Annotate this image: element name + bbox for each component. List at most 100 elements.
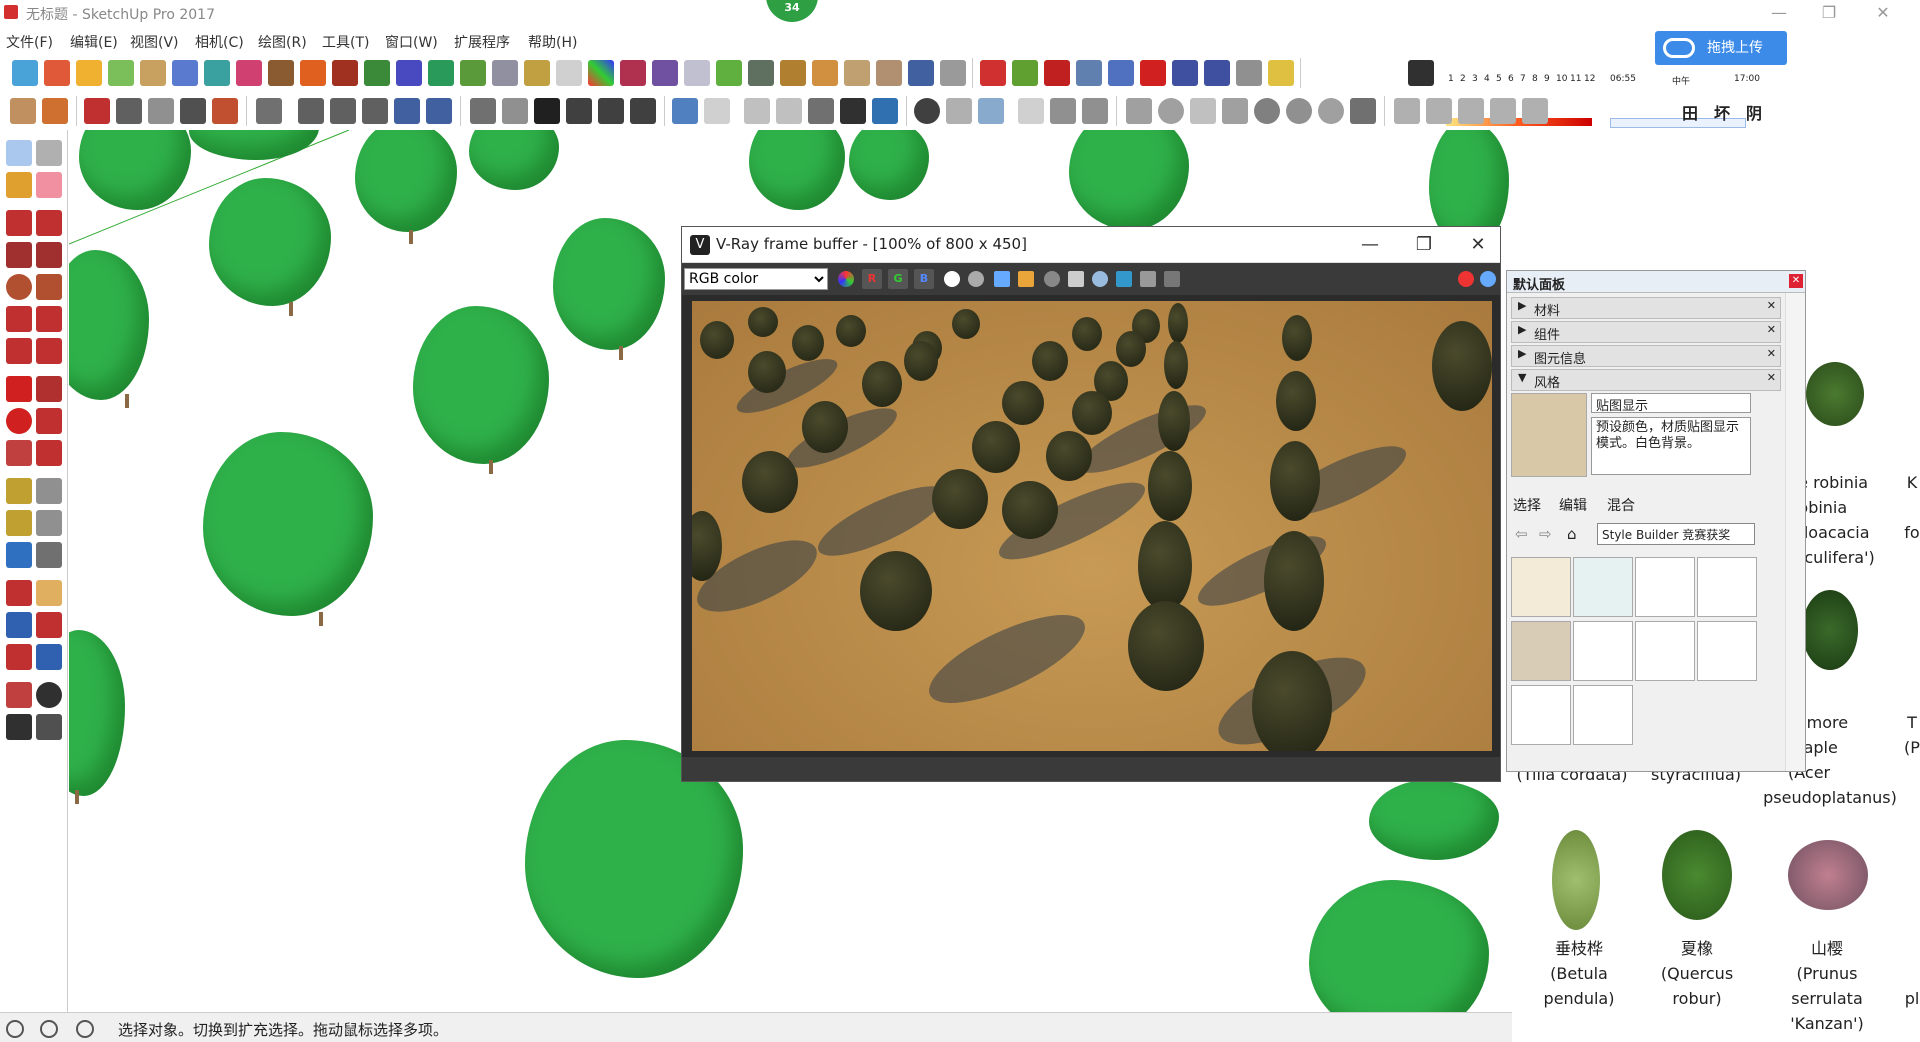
toolbar-icon[interactable] — [42, 98, 68, 124]
text-icon[interactable] — [36, 510, 62, 536]
dimension-icon[interactable] — [36, 478, 62, 504]
tree-thumbnail[interactable] — [1552, 830, 1600, 930]
toolbar-icon[interactable] — [460, 60, 486, 86]
toolbar-icon[interactable] — [204, 60, 230, 86]
section-entity-info[interactable]: ▶ 图元信息 ✕ — [1511, 345, 1781, 367]
toolbar-icon[interactable] — [840, 98, 866, 124]
style-thumbnail[interactable] — [1511, 621, 1571, 681]
red-channel-button[interactable]: R — [862, 269, 882, 289]
toolbar-icon[interactable] — [1082, 98, 1108, 124]
geo-location-icon[interactable] — [6, 1020, 24, 1038]
tree-model[interactable] — [203, 432, 373, 616]
move-icon[interactable] — [6, 376, 32, 402]
tree-thumbnail[interactable] — [1802, 590, 1858, 670]
section-close-icon[interactable]: ✕ — [1767, 323, 1776, 336]
clear-icon[interactable] — [1044, 271, 1060, 287]
history-icon[interactable] — [1164, 271, 1180, 287]
toolbar-icon[interactable] — [744, 98, 770, 124]
menu-extensions[interactable]: 扩展程序 — [454, 32, 510, 52]
toolbar-icon[interactable] — [914, 98, 940, 124]
maximize-button[interactable]: ❐ — [1806, 0, 1852, 26]
toolbar-icon[interactable] — [1236, 60, 1262, 86]
toolbar-icon[interactable] — [1190, 98, 1216, 124]
style-thumbnail[interactable] — [1697, 557, 1757, 617]
toolbar-icon[interactable] — [84, 98, 110, 124]
alpha-white-icon[interactable] — [944, 271, 960, 287]
toolbar-icon[interactable] — [704, 98, 730, 124]
style-description-field[interactable]: 预设颜色，材质贴图显示模式。白色背景。 — [1591, 417, 1751, 475]
toolbar-icon[interactable] — [1140, 60, 1166, 86]
style-thumbnail[interactable] — [1573, 621, 1633, 681]
style-thumbnail[interactable] — [1573, 685, 1633, 745]
offset-icon[interactable] — [36, 440, 62, 466]
pie-icon[interactable] — [36, 338, 62, 364]
component-tool-icon[interactable] — [36, 140, 62, 166]
tape-measure-icon[interactable] — [6, 478, 32, 504]
green-channel-button[interactable]: G — [888, 269, 908, 289]
vray-minimize-button[interactable]: — — [1350, 231, 1390, 259]
paint-bucket-icon[interactable] — [6, 172, 32, 198]
toolbar-icon[interactable] — [1044, 60, 1070, 86]
pan-icon[interactable] — [36, 580, 62, 606]
toolbar-icon[interactable] — [1126, 98, 1152, 124]
rotated-rect-icon[interactable] — [36, 242, 62, 268]
toolbar-icon[interactable] — [556, 60, 582, 86]
toolbar-icon[interactable] — [148, 98, 174, 124]
section-close-icon[interactable]: ✕ — [1767, 347, 1776, 360]
toolbar-icon[interactable] — [236, 60, 262, 86]
toolbar-icon[interactable] — [844, 60, 870, 86]
toolbar-icon[interactable] — [1522, 98, 1548, 124]
toolbar-icon[interactable] — [1426, 98, 1452, 124]
scale-icon[interactable] — [6, 440, 32, 466]
toolbar-icon[interactable] — [332, 60, 358, 86]
toolbar-icon[interactable] — [566, 98, 592, 124]
color-channels-icon[interactable] — [838, 271, 854, 287]
toolbar-icon[interactable] — [362, 98, 388, 124]
toolbar-icon[interactable] — [1172, 60, 1198, 86]
section-close-icon[interactable]: ✕ — [1767, 371, 1776, 384]
toolbar-icon[interactable] — [1318, 98, 1344, 124]
vray-maximize-button[interactable]: ❐ — [1404, 231, 1444, 259]
look-around-icon[interactable] — [36, 682, 62, 708]
menu-tools[interactable]: 工具(T) — [322, 32, 369, 52]
tree-model[interactable] — [553, 218, 665, 350]
toolbar-icon[interactable] — [1012, 60, 1038, 86]
save-icon[interactable] — [994, 271, 1010, 287]
toolbar-icon[interactable] — [212, 98, 238, 124]
freehand-icon[interactable] — [36, 210, 62, 236]
tab-mix[interactable]: 混合 — [1607, 495, 1635, 515]
tab-select[interactable]: 选择 — [1513, 495, 1541, 515]
tree-thumbnail[interactable] — [1806, 362, 1864, 426]
toolbar-icon[interactable] — [1254, 98, 1280, 124]
toolbar-icon[interactable] — [812, 60, 838, 86]
position-camera-icon[interactable] — [6, 682, 32, 708]
toolbar-icon[interactable] — [672, 98, 698, 124]
style-thumbnail[interactable] — [1635, 621, 1695, 681]
toolbar-icon[interactable] — [330, 98, 356, 124]
toolbar-icon[interactable] — [1350, 98, 1376, 124]
back-arrow-icon[interactable]: ⇦ — [1515, 525, 1528, 543]
toolbar-icon[interactable] — [908, 60, 934, 86]
section-close-icon[interactable]: ✕ — [1767, 299, 1776, 312]
compare-icon[interactable] — [1116, 271, 1132, 287]
home-icon[interactable] — [534, 98, 560, 124]
tree-model[interactable] — [209, 178, 331, 306]
arc-icon[interactable] — [6, 306, 32, 332]
toolbar-icon[interactable] — [1286, 98, 1312, 124]
blue-channel-button[interactable]: B — [914, 269, 934, 289]
shadow-ring-icon[interactable]: 坏 — [1714, 100, 1730, 124]
toolbar-icon[interactable] — [630, 98, 656, 124]
follow-me-icon[interactable] — [36, 408, 62, 434]
toolbar-icon[interactable] — [1158, 98, 1184, 124]
style-thumbnail[interactable] — [1635, 557, 1695, 617]
toolbar-icon[interactable] — [172, 60, 198, 86]
toolbar-icon[interactable] — [1108, 60, 1134, 86]
panel-close-button[interactable]: ✕ — [1789, 274, 1803, 288]
shadow-grid-icon[interactable]: 田 — [1682, 100, 1698, 124]
toolbar-icon[interactable] — [1268, 60, 1294, 86]
toolbar-icon[interactable] — [748, 60, 774, 86]
region-icon[interactable] — [1140, 271, 1156, 287]
section-plane-icon[interactable] — [36, 714, 62, 740]
style-thumbnail[interactable] — [1573, 557, 1633, 617]
tree-thumbnail[interactable] — [1788, 840, 1868, 910]
